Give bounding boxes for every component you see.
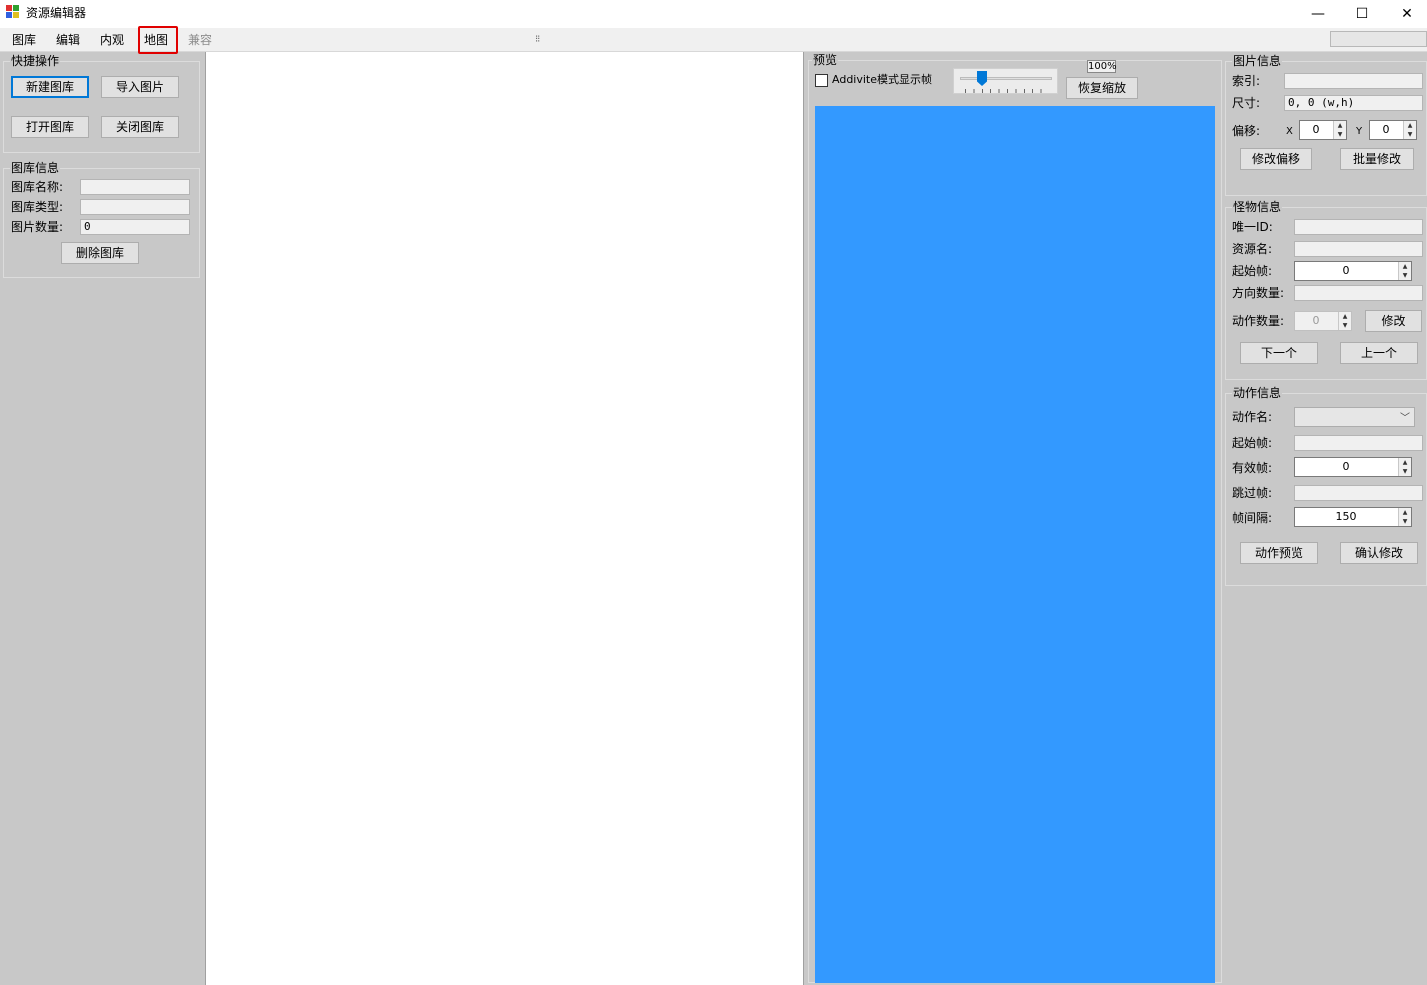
skip-frames-label: 跳过帧: <box>1232 486 1273 500</box>
monster-info-title: 怪物信息 <box>1232 199 1283 215</box>
library-name-field <box>80 179 190 195</box>
action-start-frame-label: 起始帧: <box>1232 436 1273 450</box>
size-label: 尺寸: <box>1232 96 1261 110</box>
reset-zoom-button[interactable]: 恢复缩放 <box>1066 77 1138 99</box>
offset-y-arrows[interactable]: ▲ ▼ <box>1403 121 1416 139</box>
offset-y-label: Y <box>1356 126 1363 137</box>
menu-bar: 图库 编辑 内观 地图 兼容 <box>0 28 1427 52</box>
resname-label: 资源名: <box>1232 242 1273 256</box>
menu-map-highlight <box>138 26 178 54</box>
maximize-button[interactable]: ☐ <box>1339 0 1385 28</box>
offset-x-arrows[interactable]: ▲ ▼ <box>1333 121 1346 139</box>
library-type-label: 图库类型: <box>11 200 64 214</box>
resname-field <box>1294 241 1423 257</box>
valid-frames-label: 有效帧: <box>1232 461 1273 475</box>
slider-ticks <box>965 89 1049 93</box>
offset-x-label: X <box>1286 126 1293 137</box>
offset-x-value: 0 <box>1312 123 1320 136</box>
close-library-button[interactable]: 关闭图库 <box>101 116 179 138</box>
offset-label: 偏移: <box>1232 124 1261 138</box>
library-info-title: 图库信息 <box>10 160 61 176</box>
quick-ops-title: 快捷操作 <box>10 53 61 69</box>
close-button[interactable]: ✕ <box>1384 0 1427 28</box>
action-count-value: 0 <box>1312 314 1320 327</box>
monster-start-frame-stepper[interactable]: 0 ▲ ▼ <box>1294 261 1412 281</box>
zoom-value: 100% <box>1087 60 1117 73</box>
frame-interval-value: 150 <box>1335 510 1357 523</box>
menu-library[interactable]: 图库 <box>12 32 36 50</box>
monster-start-frame-arrows[interactable]: ▲ ▼ <box>1398 262 1411 280</box>
next-button[interactable]: 下一个 <box>1240 342 1318 364</box>
toolstrip-box <box>1330 31 1427 47</box>
frame-interval-arrows[interactable]: ▲ ▼ <box>1398 508 1411 526</box>
confirm-modify-button[interactable]: 确认修改 <box>1340 542 1418 564</box>
menu-compat[interactable]: 兼容 <box>188 32 212 50</box>
preview-title: 预览 <box>812 52 839 68</box>
app-icon <box>6 5 20 19</box>
minimize-button[interactable]: — <box>1295 0 1341 28</box>
image-info-title: 图片信息 <box>1232 53 1283 69</box>
quick-ops-group: 快捷操作 <box>3 53 200 153</box>
new-library-button[interactable]: 新建图库 <box>11 76 89 98</box>
size-field: 0, 0 (w,h) <box>1284 95 1423 111</box>
monster-start-frame-label: 起始帧: <box>1232 264 1273 278</box>
index-label: 索引: <box>1232 74 1261 88</box>
library-type-field <box>80 199 190 215</box>
batch-modify-button[interactable]: 批量修改 <box>1340 148 1414 170</box>
frame-interval-stepper[interactable]: 150 ▲ ▼ <box>1294 507 1412 527</box>
image-count-field: 0 <box>80 219 190 235</box>
title-bar: 资源编辑器 — ☐ ✕ <box>0 0 1427 28</box>
menu-edit[interactable]: 编辑 <box>56 32 80 50</box>
action-name-select[interactable]: ﹀ <box>1294 407 1415 427</box>
offset-y-stepper[interactable]: 0 ▲ ▼ <box>1369 120 1417 140</box>
slider-thumb[interactable] <box>977 71 987 86</box>
additive-label: Addivite模式显示帧 <box>832 73 932 86</box>
modify-offset-button[interactable]: 修改偏移 <box>1240 148 1312 170</box>
delete-library-button[interactable]: 删除图库 <box>61 242 139 264</box>
action-count-stepper[interactable]: 0 ▲ ▼ <box>1294 311 1352 331</box>
chevron-down-icon: ﹀ <box>1400 413 1410 424</box>
action-count-label: 动作数量: <box>1232 314 1285 328</box>
monster-start-frame-value: 0 <box>1342 264 1350 277</box>
valid-frames-arrows[interactable]: ▲ ▼ <box>1398 458 1411 476</box>
image-count-label: 图片数量: <box>11 220 64 234</box>
slider-track <box>960 77 1052 80</box>
additive-checkbox[interactable] <box>815 74 828 87</box>
action-info-title: 动作信息 <box>1232 385 1283 401</box>
action-preview-button[interactable]: 动作预览 <box>1240 542 1318 564</box>
skip-frames-field <box>1294 485 1423 501</box>
library-name-label: 图库名称: <box>11 180 64 194</box>
offset-x-stepper[interactable]: 0 ▲ ▼ <box>1299 120 1347 140</box>
direction-count-label: 方向数量: <box>1232 286 1285 300</box>
zoom-slider[interactable] <box>953 68 1058 94</box>
action-name-label: 动作名: <box>1232 410 1273 424</box>
prev-button[interactable]: 上一个 <box>1340 342 1418 364</box>
open-library-button[interactable]: 打开图库 <box>11 116 89 138</box>
action-start-frame-field <box>1294 435 1423 451</box>
action-count-arrows[interactable]: ▲ ▼ <box>1338 312 1351 330</box>
offset-y-value: 0 <box>1382 123 1390 136</box>
valid-frames-value: 0 <box>1342 460 1350 473</box>
valid-frames-stepper[interactable]: 0 ▲ ▼ <box>1294 457 1412 477</box>
image-list-canvas[interactable] <box>205 52 804 985</box>
direction-count-field <box>1294 285 1423 301</box>
window-title: 资源编辑器 <box>26 6 87 20</box>
uid-label: 唯一ID: <box>1232 220 1273 234</box>
modify-button[interactable]: 修改 <box>1365 310 1422 332</box>
preview-canvas[interactable] <box>815 106 1215 983</box>
frame-interval-label: 帧间隔: <box>1232 511 1273 525</box>
uid-field <box>1294 219 1423 235</box>
index-field <box>1284 73 1423 89</box>
toolstrip-grip[interactable]: ⁝⁝ <box>535 34 540 45</box>
menu-inner-view[interactable]: 内观 <box>100 32 124 50</box>
import-image-button[interactable]: 导入图片 <box>101 76 179 98</box>
